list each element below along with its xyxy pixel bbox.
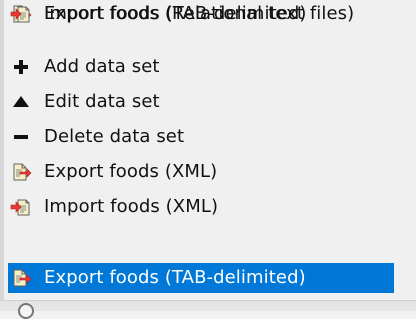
context-menu: Add data set Edit data set Delete data s… [0,0,416,319]
export-document-icon [10,161,32,183]
menu-item-label: Import foods (XML) [44,196,219,217]
menu-item-label: Export foods (TAB-delimited) [44,267,306,288]
menu-item-export-foods-xml[interactable]: Export foods (XML) [8,158,268,186]
menu-bottom-edge [0,300,416,311]
menu-item-label: Edit data set [44,91,160,112]
menu-item-label: Add data set [44,56,160,77]
menu-item-label: Export foods (XML) [44,161,218,182]
menu-item-import-foods-tab-delimited[interactable]: Import foods (TAB-delimited) [8,0,307,28]
menu-item-export-foods-tab-delimited[interactable]: Export foods (TAB-delimited) [8,263,394,293]
import-document-icon [10,196,32,218]
plus-icon [10,56,32,78]
menu-left-gutter [0,0,4,311]
import-document-icon [10,3,32,25]
menu-item-edit-data-set[interactable]: Edit data set [8,88,248,116]
partial-round-icon [18,303,34,319]
triangle-up-icon [10,91,32,113]
menu-item-delete-data-set[interactable]: Delete data set [8,123,268,151]
menu-item-label: Import foods (TAB-delimited) [44,3,307,24]
menu-item-import-foods-xml[interactable]: Import foods (XML) [8,193,394,221]
export-document-icon [10,267,32,289]
minus-icon [10,126,32,148]
menu-item-add-data-set[interactable]: Add data set [8,53,248,81]
menu-item-label: Delete data set [44,126,185,147]
